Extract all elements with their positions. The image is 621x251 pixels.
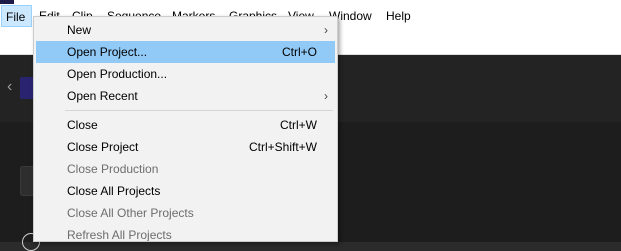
- menu-separator: [65, 110, 333, 111]
- file-menu-dropdown: New › Open Project... Ctrl+O Open Produc…: [33, 16, 338, 242]
- menu-item-close-all-projects[interactable]: Close All Projects: [36, 180, 335, 202]
- chevron-right-icon: ›: [324, 89, 328, 103]
- menu-file[interactable]: File: [1, 5, 32, 27]
- menu-item-label: Close All Projects: [67, 184, 161, 198]
- chevron-right-icon: ›: [324, 23, 328, 37]
- back-chevron-icon[interactable]: ‹: [7, 79, 12, 95]
- menu-item-shortcut: Ctrl+W: [280, 118, 317, 132]
- menu-item-close[interactable]: Close Ctrl+W: [36, 114, 335, 136]
- menu-item-shortcut: Ctrl+O: [281, 45, 317, 59]
- menu-item-open-production[interactable]: Open Production...: [36, 63, 335, 85]
- menu-item-label: Open Production...: [67, 67, 168, 81]
- menu-item-label: New: [67, 23, 92, 37]
- menu-item-label: Open Project...: [67, 45, 148, 59]
- menu-item-shortcut: Ctrl+Shift+W: [248, 140, 317, 154]
- menu-item-label: Close Project: [67, 140, 139, 154]
- menu-item-label: Open Recent: [67, 89, 138, 103]
- menu-item-open-project[interactable]: Open Project... Ctrl+O: [36, 41, 335, 63]
- menu-item-label: Close Production: [67, 162, 159, 176]
- menu-item-close-production: Close Production: [36, 158, 335, 180]
- menu-item-label: Close: [67, 118, 98, 132]
- menu-item-label: Close All Other Projects: [67, 206, 194, 220]
- menu-item-close-project[interactable]: Close Project Ctrl+Shift+W: [36, 136, 335, 158]
- menu-item-close-all-other-projects: Close All Other Projects: [36, 202, 335, 224]
- menu-item-refresh-all-projects: Refresh All Projects: [36, 224, 335, 242]
- menu-help[interactable]: Help: [386, 5, 411, 27]
- app-mark-icon: [0, 0, 14, 4]
- menu-item-label: Refresh All Projects: [67, 228, 172, 242]
- menu-item-open-recent[interactable]: Open Recent ›: [36, 85, 335, 107]
- menu-item-new[interactable]: New ›: [36, 19, 335, 41]
